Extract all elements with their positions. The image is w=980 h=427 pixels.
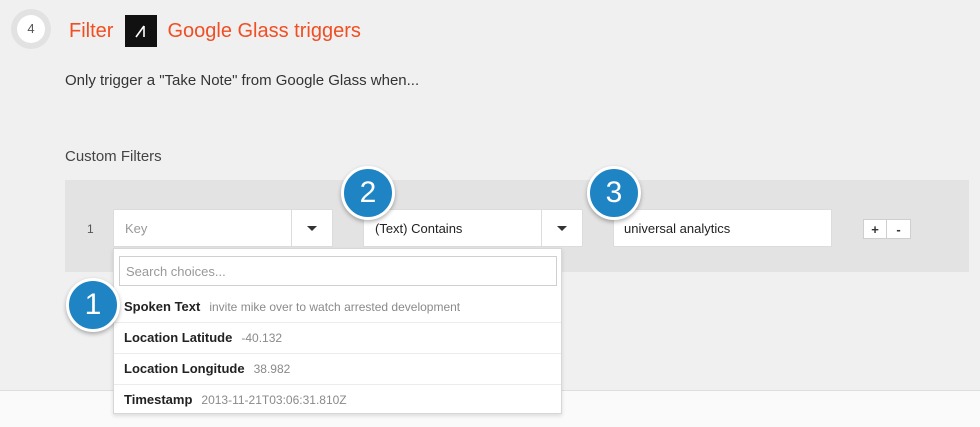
option-sample: -40.132 [241, 331, 283, 345]
page-title: Filter Google Glass triggers [69, 15, 361, 47]
app-name: Google Glass triggers [167, 19, 361, 42]
callout-badge-1: 1 [66, 278, 120, 332]
key-select-placeholder: Key [125, 221, 148, 236]
condition-select[interactable]: (Text) Contains [363, 209, 583, 247]
key-select[interactable]: Key [113, 209, 333, 247]
dropdown-option-location-latitude[interactable]: Location Latitude -40.132 [114, 323, 561, 354]
chevron-down-icon [557, 225, 567, 231]
step-number: 4 [17, 15, 45, 43]
row-actions: + - [863, 219, 911, 239]
option-sample: 38.982 [253, 362, 291, 376]
option-key: Spoken Text [124, 299, 201, 314]
dropdown-option-timestamp[interactable]: Timestamp 2013-11-21T03:06:31.810Z [114, 385, 561, 416]
app-logo-icon [125, 15, 158, 47]
condition-select-toggle[interactable] [541, 210, 582, 246]
option-sample: 2013-11-21T03:06:31.810Z [201, 393, 347, 407]
callout-badge-3: 3 [587, 166, 641, 220]
option-sample: invite mike over to watch arrested devel… [209, 300, 461, 314]
chevron-down-icon [307, 225, 317, 231]
step-indicator: 4 [11, 9, 51, 49]
key-select-toggle[interactable] [291, 210, 332, 246]
filter-value-input[interactable] [613, 209, 832, 247]
key-dropdown: Spoken Text invite mike over to watch arr… [113, 248, 562, 414]
search-choices-input[interactable] [119, 256, 557, 286]
option-key: Location Latitude [124, 330, 233, 345]
dropdown-option-spoken-text[interactable]: Spoken Text invite mike over to watch arr… [114, 292, 561, 323]
filter-label: Filter [69, 19, 114, 42]
callout-badge-2: 2 [341, 166, 395, 220]
condition-select-value: (Text) Contains [375, 221, 463, 236]
trigger-description: Only trigger a "Take Note" from Google G… [65, 72, 420, 89]
filter-row-index: 1 [87, 222, 94, 236]
option-key: Location Longitude [124, 361, 245, 376]
dropdown-option-location-longitude[interactable]: Location Longitude 38.982 [114, 354, 561, 385]
add-filter-button[interactable]: + [863, 219, 887, 239]
option-key: Timestamp [124, 392, 193, 407]
remove-filter-button[interactable]: - [887, 219, 911, 239]
custom-filters-label: Custom Filters [65, 148, 162, 165]
